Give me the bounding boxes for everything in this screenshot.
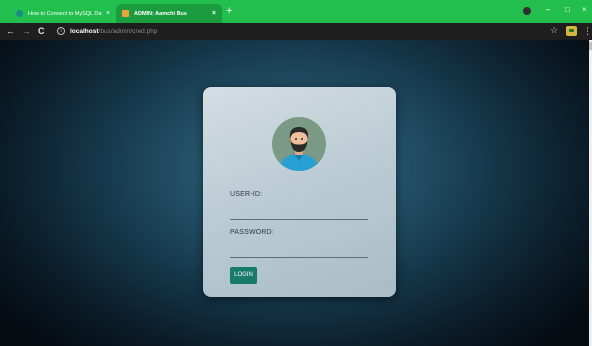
- minimize-icon[interactable]: –: [546, 5, 550, 15]
- extension-icon[interactable]: [566, 26, 577, 36]
- tab-close-icon[interactable]: ×: [212, 10, 216, 17]
- address-bar[interactable]: localhost/bus/admin/cred.php: [70, 27, 157, 36]
- forward-icon[interactable]: →: [22, 25, 31, 37]
- browser-toolbar: ← → C i localhost/bus/admin/cred.php ☆ ⋮: [0, 23, 592, 40]
- browser-tab-mysql[interactable]: How to Connect to MySQL Data... ×: [10, 4, 116, 23]
- login-card: USER-ID: PASSWORD: LOGIN: [203, 87, 396, 297]
- site-info-icon[interactable]: i: [57, 27, 65, 35]
- browser-tab-admin[interactable]: ADMIN: Aamchi Bus ×: [116, 4, 222, 23]
- user-id-input[interactable]: [230, 206, 368, 220]
- profile-icon[interactable]: [523, 7, 531, 15]
- tab-title: ADMIN: Aamchi Bus: [134, 10, 187, 17]
- page-background: USER-ID: PASSWORD: LOGIN: [0, 40, 589, 346]
- login-button[interactable]: LOGIN: [230, 267, 257, 284]
- user-id-label: USER-ID:: [230, 191, 263, 198]
- new-tab-button[interactable]: +: [226, 4, 232, 18]
- url-host: localhost: [70, 28, 99, 35]
- tab-title: How to Connect to MySQL Data...: [28, 10, 102, 17]
- tab-strip: How to Connect to MySQL Data... × ADMIN:…: [0, 0, 592, 23]
- url-path: /bus/admin/cred.php: [98, 28, 158, 35]
- tab-favicon-icon: [122, 10, 129, 17]
- reload-icon[interactable]: C: [38, 25, 45, 37]
- tab-close-icon[interactable]: ×: [106, 10, 110, 17]
- back-icon[interactable]: ←: [6, 25, 15, 37]
- bookmark-star-icon[interactable]: ☆: [550, 25, 558, 36]
- window-close-icon[interactable]: ×: [582, 5, 587, 15]
- maximize-icon[interactable]: □: [565, 5, 570, 15]
- password-input[interactable]: [230, 244, 368, 258]
- user-avatar-icon: [272, 117, 326, 171]
- password-label: PASSWORD:: [230, 229, 275, 236]
- tab-favicon-icon: [16, 10, 23, 17]
- browser-menu-icon[interactable]: ⋮: [583, 26, 592, 36]
